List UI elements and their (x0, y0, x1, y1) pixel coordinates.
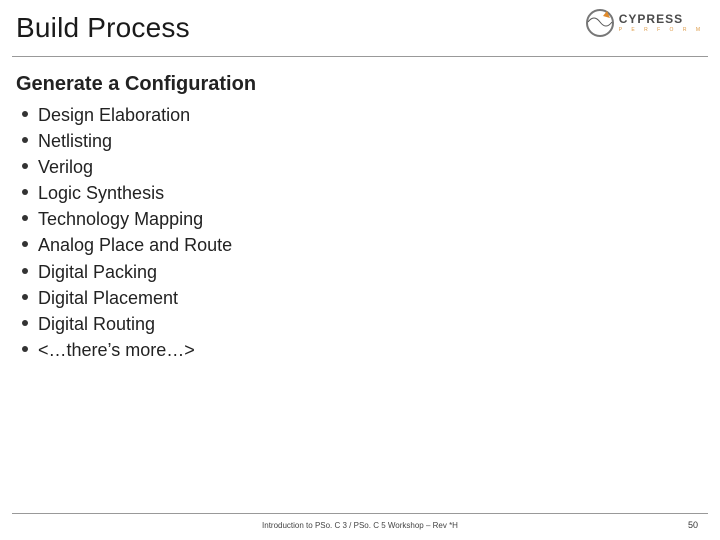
logo-mark-icon (585, 8, 615, 38)
bullet-icon (22, 268, 28, 274)
list-item: Verilog (22, 154, 704, 180)
bullet-text: Digital Packing (38, 259, 157, 285)
bullet-icon (22, 294, 28, 300)
bullet-text: Verilog (38, 154, 93, 180)
logo-brand: CYPRESS (619, 13, 704, 25)
bullet-text: Technology Mapping (38, 206, 203, 232)
list-item: Design Elaboration (22, 102, 704, 128)
bullet-text: Netlisting (38, 128, 112, 154)
bullet-icon (22, 215, 28, 221)
logo-tagline: P E R F O R M (619, 27, 704, 33)
bullet-icon (22, 346, 28, 352)
bullet-icon (22, 137, 28, 143)
bullet-icon (22, 320, 28, 326)
bullet-icon (22, 189, 28, 195)
bullet-icon (22, 163, 28, 169)
logo: CYPRESS P E R F O R M (585, 8, 704, 38)
bullet-list: Design Elaboration Netlisting Verilog Lo… (16, 102, 704, 363)
page-number: 50 (688, 520, 698, 530)
footer-text: Introduction to PSo. C 3 / PSo. C 5 Work… (0, 521, 720, 530)
list-item: Digital Packing (22, 259, 704, 285)
bullet-text: Logic Synthesis (38, 180, 164, 206)
footer-rule (12, 513, 708, 514)
list-item: Digital Routing (22, 311, 704, 337)
bullet-text: Analog Place and Route (38, 232, 232, 258)
list-item: Netlisting (22, 128, 704, 154)
list-item: <…there’s more…> (22, 337, 704, 363)
bullet-text: Design Elaboration (38, 102, 190, 128)
bullet-text: <…there’s more…> (38, 337, 195, 363)
bullet-text: Digital Routing (38, 311, 155, 337)
list-item: Analog Place and Route (22, 232, 704, 258)
bullet-icon (22, 241, 28, 247)
bullet-icon (22, 111, 28, 117)
list-item: Logic Synthesis (22, 180, 704, 206)
list-item: Technology Mapping (22, 206, 704, 232)
bullet-text: Digital Placement (38, 285, 178, 311)
list-item: Digital Placement (22, 285, 704, 311)
section-subtitle: Generate a Configuration (16, 73, 704, 96)
